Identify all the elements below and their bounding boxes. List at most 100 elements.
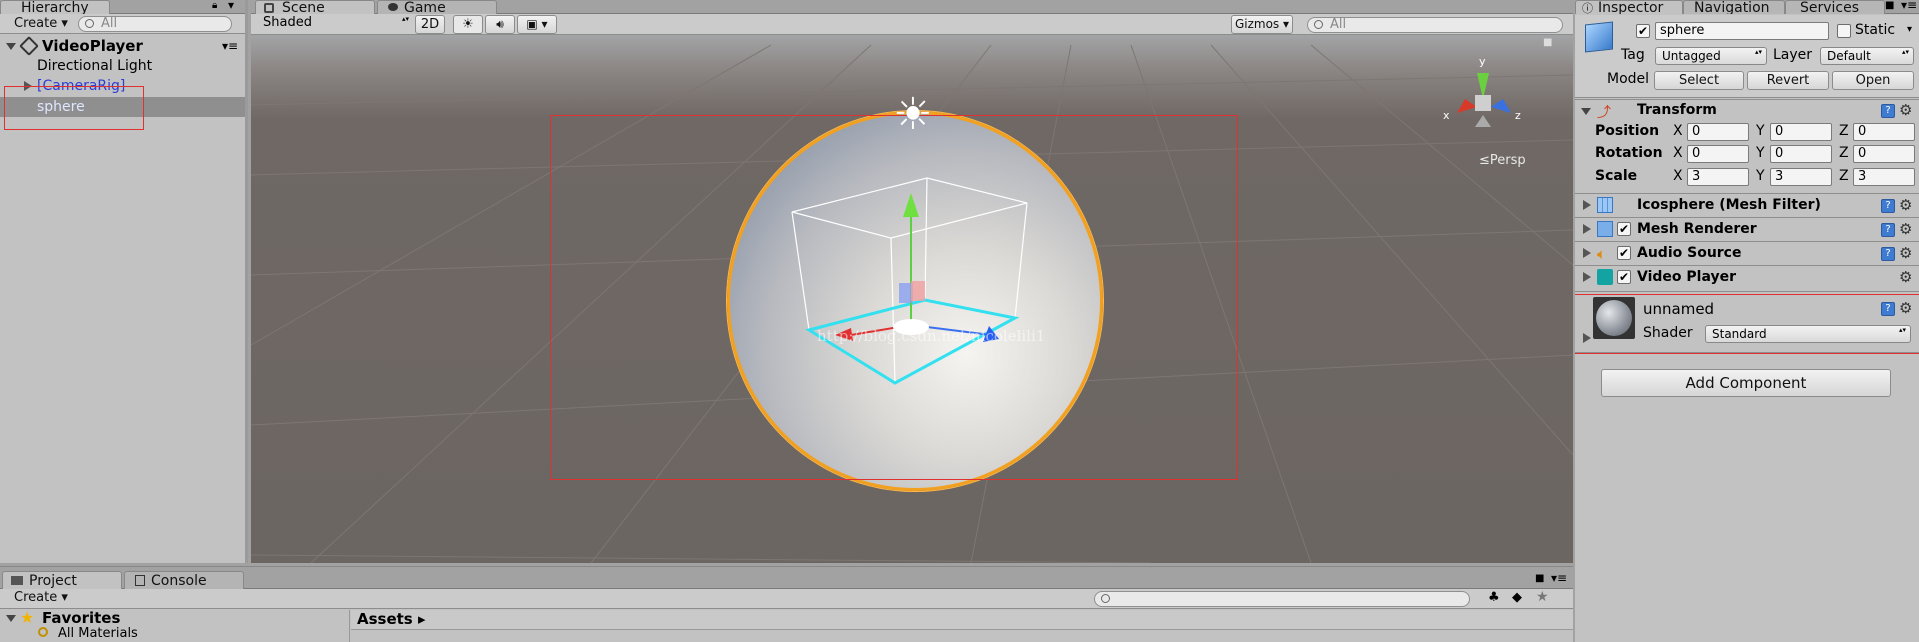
video-player-icon — [1597, 269, 1613, 285]
add-component-button[interactable]: Add Component — [1601, 369, 1891, 397]
object-name-field[interactable]: sphere — [1655, 22, 1829, 40]
inspector-lock-icon[interactable]: ■ — [1885, 0, 1894, 11]
model-select-button[interactable]: Select — [1654, 71, 1744, 90]
layer-dropdown[interactable]: Default — [1820, 47, 1914, 65]
scene-viewport[interactable]: ☀ http://blog.csdn.net/nicolelili1 y x z… — [251, 35, 1573, 563]
tab-console[interactable]: Console — [124, 571, 244, 589]
rotation-x-field[interactable]: 0 — [1687, 145, 1749, 163]
mesh-renderer-enabled-checkbox[interactable]: ✔ — [1617, 222, 1631, 236]
foldout-expanded-icon[interactable] — [6, 615, 16, 622]
console-icon — [135, 575, 145, 586]
tab-navigation[interactable]: Navigation — [1683, 0, 1785, 14]
inspector-menu-icon[interactable]: ▾≡ — [1901, 0, 1917, 12]
model-open-button[interactable]: Open — [1832, 71, 1914, 90]
gizmos-dropdown[interactable]: Gizmos ▾ — [1231, 15, 1293, 34]
scale-x-field[interactable]: 3 — [1687, 168, 1749, 186]
assets-breadcrumb: Assets ▸ — [351, 610, 1573, 630]
model-revert-button[interactable]: Revert — [1747, 71, 1829, 90]
project-lock-icon[interactable]: ■ — [1535, 573, 1544, 584]
gear-icon[interactable]: ⚙ — [1899, 103, 1912, 118]
project-toolbar: Create ▾ ♣ ◆ ★ — [0, 589, 1573, 609]
mode-2d-button[interactable]: 2D — [415, 15, 445, 34]
foldout-collapsed-icon[interactable] — [1583, 248, 1591, 258]
mesh-filter-header[interactable]: Icosphere (Mesh Filter) ? ⚙ — [1575, 193, 1919, 217]
directional-light-gizmo-icon[interactable]: ☀ — [891, 93, 935, 137]
axis-z-label: z — [1515, 109, 1521, 122]
gear-icon[interactable]: ⚙ — [1899, 198, 1912, 213]
lighting-toggle-button[interactable]: ☀ — [453, 15, 483, 34]
effects-toggle-button[interactable]: ▣ ▾ — [517, 15, 557, 34]
position-z-field[interactable]: 0 — [1853, 123, 1915, 141]
video-player-enabled-checkbox[interactable]: ✔ — [1617, 270, 1631, 284]
create-button[interactable]: Create ▾ — [4, 15, 70, 34]
scale-y-field[interactable]: 3 — [1770, 168, 1832, 186]
shading-mode-dropdown[interactable]: Shaded — [257, 15, 413, 33]
position-y-field[interactable]: 0 — [1770, 123, 1832, 141]
persp-label[interactable]: ≤Persp — [1479, 153, 1526, 168]
project-menu-icon[interactable]: ▾≡ — [1551, 571, 1567, 585]
sun-icon: ☀ — [462, 17, 474, 32]
active-checkbox[interactable]: ✔ — [1636, 24, 1650, 38]
tab-scene[interactable]: Scene — [255, 0, 375, 14]
filter-by-label-icon[interactable]: ◆ — [1512, 590, 1522, 605]
foldout-collapsed-icon[interactable] — [1583, 224, 1591, 234]
axis-x-label: x — [1443, 109, 1450, 122]
foldout-collapsed-icon[interactable] — [1583, 272, 1591, 282]
gear-icon[interactable]: ⚙ — [1899, 246, 1912, 261]
info-icon: ⓘ — [1582, 2, 1593, 14]
transform-icon: ⤴ — [1597, 105, 1611, 121]
foldout-expanded-icon[interactable] — [1581, 108, 1591, 115]
scale-z-field[interactable]: 3 — [1853, 168, 1915, 186]
mesh-renderer-header[interactable]: ✔ Mesh Renderer ? ⚙ — [1575, 217, 1919, 241]
audio-source-icon: 🔈︎ — [1597, 245, 1607, 263]
help-icon[interactable]: ? — [1881, 247, 1895, 261]
tab-project[interactable]: Project — [2, 571, 122, 589]
transform-header[interactable]: ⤴ Transform ? ⚙ — [1575, 99, 1919, 121]
scene-menu-icon[interactable]: ▾≡ — [222, 35, 238, 57]
scene-toolbar: Shaded 2D ☀ 🔊︎ ▣ ▾ Gizmos ▾ All — [251, 14, 1573, 35]
help-icon[interactable]: ? — [1881, 104, 1895, 118]
hierarchy-search-input[interactable]: All — [78, 16, 232, 32]
static-checkbox[interactable] — [1837, 24, 1851, 38]
audio-source-header[interactable]: 🔈︎ ✔ Audio Source ? ⚙ — [1575, 241, 1919, 265]
highlight-annotation-box — [4, 86, 144, 130]
rotation-z-field[interactable]: 0 — [1853, 145, 1915, 163]
scene-search-input[interactable]: All — [1307, 17, 1563, 33]
model-label: Model — [1607, 71, 1650, 87]
rotation-y-field[interactable]: 0 — [1770, 145, 1832, 163]
filter-by-type-icon[interactable]: ♣ — [1488, 590, 1500, 605]
video-player-header[interactable]: ✔ Video Player ⚙ — [1575, 265, 1919, 289]
foldout-arrow-icon[interactable] — [6, 43, 16, 50]
static-dropdown-icon[interactable]: ▾ — [1907, 24, 1912, 35]
tab-services[interactable]: Services — [1785, 0, 1885, 14]
viewport-lock-icon[interactable]: ■ — [1543, 37, 1552, 48]
folder-icon — [11, 576, 23, 585]
gear-icon[interactable]: ⚙ — [1899, 270, 1912, 285]
favorites-label[interactable]: Favorites — [42, 609, 120, 627]
favorites-item-all-materials[interactable]: All Materials — [58, 626, 138, 641]
hierarchy-item-directional-light[interactable]: Directional Light — [0, 56, 245, 76]
scene-tabbar: Scene Game — [251, 0, 1573, 14]
project-create-button[interactable]: Create ▾ — [4, 589, 74, 608]
scene-orientation-gizmo[interactable]: y x z — [1443, 55, 1537, 145]
menu-icon[interactable]: ▾ — [228, 0, 234, 12]
foldout-collapsed-icon[interactable] — [1583, 200, 1591, 210]
tab-inspector[interactable]: ⓘ Inspector — [1575, 0, 1683, 14]
cube-icon — [1585, 21, 1613, 53]
hierarchy-toolbar: Create ▾ All — [0, 14, 245, 34]
tag-dropdown[interactable]: Untagged — [1655, 47, 1767, 65]
audio-toggle-button[interactable]: 🔊︎ — [485, 15, 515, 34]
favorites-star-icon[interactable]: ★ — [1536, 589, 1549, 605]
tab-game[interactable]: Game — [377, 0, 497, 14]
object-header: ✔ sphere Static ▾ Tag Untagged Layer Def… — [1575, 15, 1919, 98]
position-x-field[interactable]: 0 — [1687, 123, 1749, 141]
tab-hierarchy[interactable]: Hierarchy — [0, 0, 110, 14]
transform-scale-row: Scale X 3 Y 3 Z 3 — [1575, 167, 1919, 189]
scene-root-row[interactable]: VideoPlayer ▾≡ — [0, 35, 245, 57]
project-search-input[interactable] — [1094, 591, 1470, 607]
gear-icon[interactable]: ⚙ — [1899, 222, 1912, 237]
help-icon[interactable]: ? — [1881, 199, 1895, 213]
audio-source-enabled-checkbox[interactable]: ✔ — [1617, 246, 1631, 260]
lock-icon[interactable]: 🔒︎ — [212, 0, 217, 11]
help-icon[interactable]: ? — [1881, 223, 1895, 237]
